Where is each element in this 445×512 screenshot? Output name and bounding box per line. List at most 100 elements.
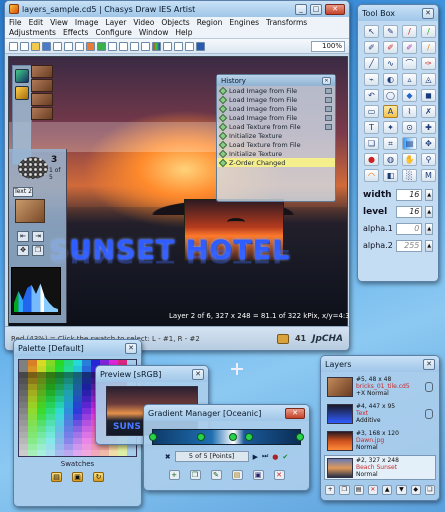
palette-icon[interactable] — [152, 41, 161, 51]
wand-icon[interactable] — [141, 41, 150, 51]
refresh-palette-icon[interactable]: ↻ — [93, 472, 104, 482]
new-window-icon[interactable] — [20, 41, 29, 51]
open-folder-icon[interactable] — [31, 41, 40, 51]
close-icon[interactable]: ✕ — [325, 3, 345, 15]
layer-props-icon[interactable]: ▤ — [353, 485, 364, 495]
menu-window[interactable]: Window — [139, 28, 169, 38]
eraser-icon[interactable]: ✗ — [421, 105, 436, 118]
save-gradient-icon[interactable]: ▣ — [252, 470, 264, 480]
brick-tile[interactable] — [31, 107, 53, 120]
gradient-close-icon[interactable]: ✕ — [285, 407, 305, 419]
gradient-stop[interactable] — [245, 433, 253, 441]
palette-close-icon[interactable]: ✕ — [125, 342, 137, 354]
menu-engines[interactable]: Engines — [229, 18, 259, 28]
fill-icon[interactable]: ◐ — [383, 73, 398, 86]
layer-row[interactable]: #4, 447 x 95 Text Additive — [324, 401, 436, 426]
menu-layer[interactable]: Layer — [105, 18, 126, 28]
redo-icon[interactable] — [97, 41, 106, 51]
color-swatch[interactable] — [82, 450, 91, 456]
color-picker-icon[interactable]: ● — [364, 153, 379, 166]
history-item[interactable]: Load Image from File — [217, 113, 335, 122]
brush-preview[interactable] — [18, 157, 48, 179]
menu-view[interactable]: View — [50, 18, 68, 28]
level-field[interactable]: 16 — [395, 205, 423, 218]
color-swatch[interactable] — [28, 450, 37, 456]
bucket-icon[interactable]: ◆ — [402, 89, 417, 102]
line-icon[interactable]: ╱ — [364, 57, 379, 70]
menu-adjustments[interactable]: Adjustments — [9, 28, 56, 38]
cut-icon[interactable] — [53, 41, 62, 51]
gradient-point-selector[interactable]: 5 of 5 [Points] — [174, 451, 249, 462]
save-icon[interactable] — [42, 41, 51, 51]
move-up-icon[interactable]: ▲ — [382, 485, 393, 495]
menu-image[interactable]: Image — [75, 18, 99, 28]
toolbox-close-icon[interactable]: ✕ — [422, 7, 434, 19]
gradient-tool-icon[interactable]: ▤ — [402, 137, 417, 150]
bullet-icon[interactable]: ● — [272, 453, 278, 461]
new-layer-icon[interactable]: + — [325, 485, 336, 495]
dropper-icon[interactable]: ⌁ — [364, 73, 379, 86]
rotate-icon[interactable] — [130, 41, 139, 51]
new-file-icon[interactable] — [9, 41, 18, 51]
menu-objects[interactable]: Objects — [161, 18, 189, 28]
first-icon[interactable]: ⇤ — [17, 231, 29, 242]
delete-gradient-icon[interactable]: ✕ — [273, 470, 285, 480]
undo-icon[interactable] — [86, 41, 95, 51]
gradient-stop[interactable] — [229, 433, 237, 441]
color-swatch[interactable] — [46, 450, 55, 456]
apply-icon[interactable]: ✔ — [282, 453, 288, 461]
clone-icon[interactable]: ⌒ — [402, 57, 417, 70]
pen-tool-icon[interactable]: ✎ — [383, 25, 398, 38]
chalk-icon[interactable]: / — [421, 41, 436, 54]
mode-icon[interactable]: M — [421, 169, 436, 182]
move-icon[interactable]: ✥ — [17, 245, 29, 256]
history-item[interactable]: Initialize Texture — [217, 149, 335, 158]
color-swatch[interactable] — [91, 450, 100, 456]
open-gradient-icon[interactable]: ▤ — [231, 470, 243, 480]
level-spinner[interactable]: ▲ — [425, 205, 433, 218]
color-swatch[interactable] — [64, 450, 73, 456]
move-tool-icon[interactable]: ✥ — [421, 137, 436, 150]
history-item-current[interactable]: Z-Order Changed — [217, 158, 335, 167]
history-item[interactable]: Initialize Texture — [217, 131, 335, 140]
grid-icon[interactable] — [163, 41, 172, 51]
lasso-icon[interactable]: ◯ — [383, 89, 398, 102]
rainbow-icon[interactable]: ◠ — [364, 169, 379, 182]
pen-icon[interactable] — [15, 86, 29, 100]
history-item[interactable]: Load Texture from File — [217, 122, 335, 131]
menu-transforms[interactable]: Transforms — [266, 18, 307, 28]
minimize-icon[interactable]: _ — [295, 3, 307, 15]
history-item[interactable]: Load Image from File — [217, 95, 335, 104]
color-swatch[interactable] — [37, 450, 46, 456]
merge-icon[interactable]: ◆ — [410, 485, 421, 495]
color-swatch[interactable] — [73, 450, 82, 456]
width-spinner[interactable]: ▲ — [425, 188, 433, 201]
lens-icon[interactable]: ⊙ — [402, 121, 417, 134]
stamp-icon[interactable]: ❏ — [364, 137, 379, 150]
undo-tool-icon[interactable]: ↶ — [364, 89, 379, 102]
resize-icon[interactable] — [119, 41, 128, 51]
open-palette-icon[interactable]: ▤ — [51, 472, 62, 482]
text-tool-icon[interactable]: A — [383, 105, 398, 118]
noise-icon[interactable]: ░ — [402, 169, 417, 182]
menu-effects[interactable]: Effects — [63, 28, 89, 38]
link-icon[interactable] — [425, 408, 433, 419]
edit-gradient-icon[interactable]: ✎ — [210, 470, 222, 480]
menu-edit[interactable]: Edit — [29, 18, 44, 28]
gradient-preview-bar[interactable] — [149, 429, 304, 445]
brick-tile[interactable] — [31, 93, 53, 106]
panel-close-icon[interactable]: ✕ — [322, 76, 331, 85]
layers-close-icon[interactable]: ✕ — [423, 358, 435, 370]
brick-tile[interactable] — [31, 65, 53, 78]
layer-row[interactable]: #3, 168 x 120 Dawn.jpg Normal — [324, 428, 436, 453]
link-icon[interactable] — [425, 381, 433, 392]
blur-icon[interactable]: ◬ — [421, 73, 436, 86]
zoom-field[interactable]: 100% — [311, 40, 345, 52]
alpha2-spinner[interactable]: ▲ — [425, 239, 433, 252]
delete-layer-icon[interactable]: ✕ — [367, 485, 378, 495]
brick-tile[interactable] — [31, 79, 53, 92]
layer-row[interactable]: #5, 48 x 48 bricks_01_tile.cd5 +X Normal — [324, 374, 436, 399]
copy-layer-icon[interactable]: ❐ — [32, 245, 44, 256]
color-swatch[interactable] — [19, 450, 28, 456]
color-swatch[interactable] — [100, 450, 109, 456]
